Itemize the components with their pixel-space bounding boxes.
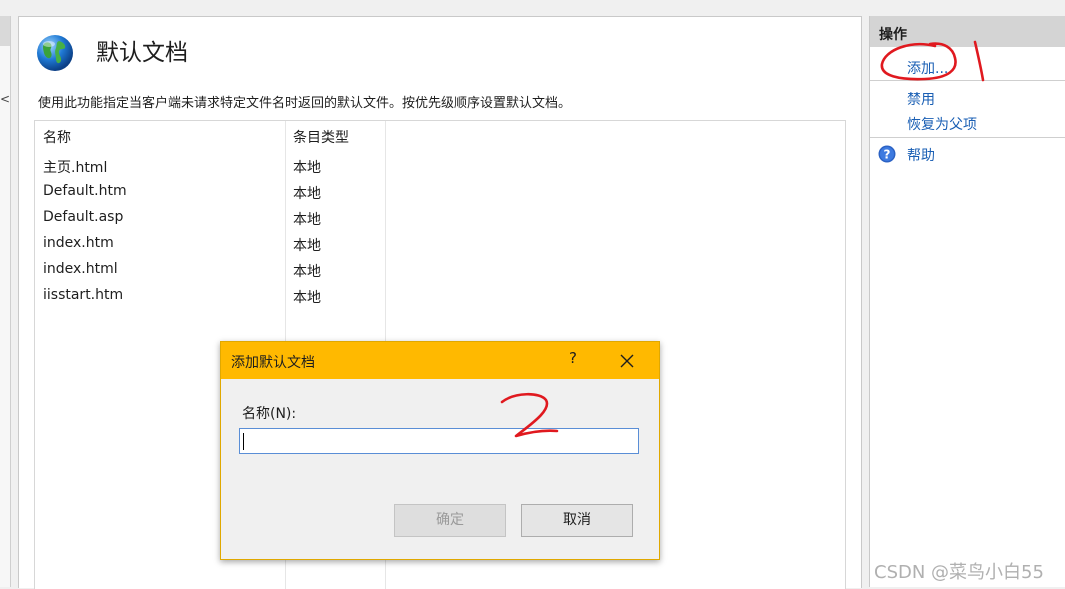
list-item[interactable]: index.html 本地	[35, 261, 435, 287]
list-item[interactable]: iisstart.htm 本地	[35, 287, 435, 313]
page-title: 默认文档	[96, 40, 188, 66]
list-item-name: 主页.html	[43, 160, 108, 176]
list-item[interactable]: Default.asp 本地	[35, 209, 435, 235]
top-bar	[0, 0, 1065, 16]
connections-panel-header	[0, 16, 10, 46]
globe-icon	[37, 35, 73, 71]
list-item[interactable]: 主页.html 本地	[35, 157, 435, 183]
close-icon[interactable]	[617, 351, 637, 371]
ok-button[interactable]: 确定	[394, 504, 506, 537]
watermark: CSDN @菜鸟小白55	[874, 562, 1044, 583]
actions-header: 操作	[870, 16, 1065, 47]
list-item-name: index.htm	[43, 235, 114, 251]
name-field-label: 名称(N):	[242, 406, 297, 422]
svg-text:?: ?	[884, 148, 891, 162]
list-item-name: index.html	[43, 261, 118, 277]
collapse-icon[interactable]: <	[0, 92, 10, 106]
list-item-type: 本地	[293, 264, 321, 280]
actions-header-label: 操作	[879, 27, 907, 43]
cancel-button[interactable]: 取消	[521, 504, 633, 537]
help-action-link[interactable]: 帮助	[907, 145, 935, 165]
text-caret	[243, 433, 244, 450]
disable-action-link[interactable]: 禁用	[907, 89, 935, 109]
list-item-type: 本地	[293, 212, 321, 228]
revert-to-parent-action-link[interactable]: 恢复为父项	[907, 114, 977, 134]
list-item[interactable]: Default.htm 本地	[35, 183, 435, 209]
dialog-title-bar[interactable]: 添加默认文档 ?	[221, 342, 659, 379]
action-separator	[870, 137, 1065, 138]
actions-pane: 操作 添加... 禁用 恢复为父项 ? 帮助	[869, 16, 1065, 587]
add-default-document-dialog: 添加默认文档 ? 名称(N): 确定 取消	[220, 341, 660, 560]
connections-panel-edge: <	[0, 16, 11, 587]
help-icon[interactable]: ?	[878, 145, 896, 163]
list-item-type: 本地	[293, 238, 321, 254]
page-description: 使用此功能指定当客户端未请求特定文件名时返回的默认文件。按优先级顺序设置默认文档…	[38, 96, 572, 111]
list-item-type: 本地	[293, 160, 321, 176]
list-item-name: Default.htm	[43, 183, 127, 199]
dialog-title: 添加默认文档	[231, 355, 315, 371]
list-item-name: Default.asp	[43, 209, 124, 225]
dialog-help-button[interactable]: ?	[565, 349, 581, 371]
list-item-name: iisstart.htm	[43, 287, 124, 303]
action-separator	[870, 80, 1065, 81]
name-input[interactable]	[239, 428, 639, 454]
list-item[interactable]: index.htm 本地	[35, 235, 435, 261]
list-item-type: 本地	[293, 186, 321, 202]
add-action-link[interactable]: 添加...	[907, 58, 948, 78]
list-item-type: 本地	[293, 290, 321, 306]
column-header-name[interactable]: 名称	[43, 127, 71, 147]
column-header-type[interactable]: 条目类型	[293, 127, 349, 147]
